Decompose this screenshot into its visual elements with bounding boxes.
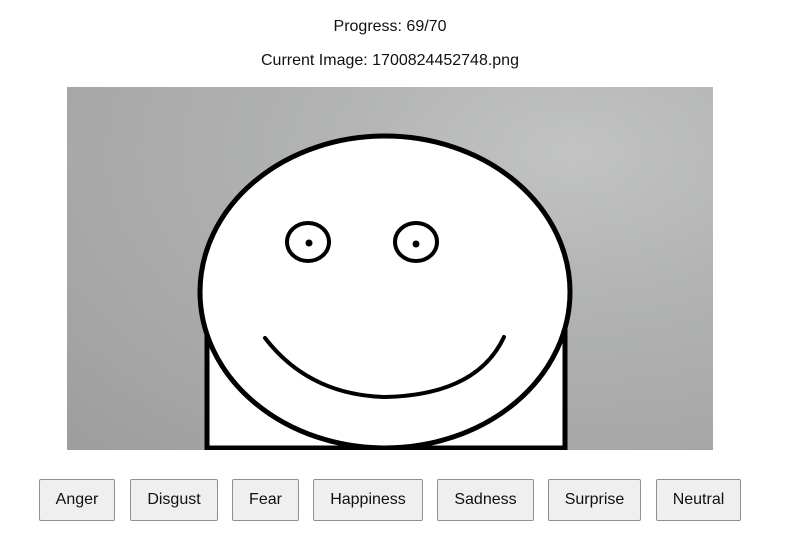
smiley-image	[67, 87, 713, 450]
happiness-button[interactable]: Happiness	[313, 479, 423, 521]
right-pupil	[412, 240, 420, 248]
smiley-drawing	[197, 133, 573, 450]
left-pupil	[305, 239, 313, 247]
face-outline	[197, 133, 573, 450]
anger-button[interactable]: Anger	[39, 479, 115, 521]
current-image-filename: Current Image: 1700824452748.png	[261, 52, 519, 69]
progress-text: Progress: 69/70	[333, 18, 447, 35]
emotion-button-bar: Anger Disgust Fear Happiness Sadness Sur…	[0, 479, 789, 521]
sadness-button[interactable]: Sadness	[437, 479, 534, 521]
disgust-button[interactable]: Disgust	[130, 479, 218, 521]
surprise-button[interactable]: Surprise	[548, 479, 641, 521]
fear-button[interactable]: Fear	[232, 479, 299, 521]
neutral-button[interactable]: Neutral	[656, 479, 741, 521]
